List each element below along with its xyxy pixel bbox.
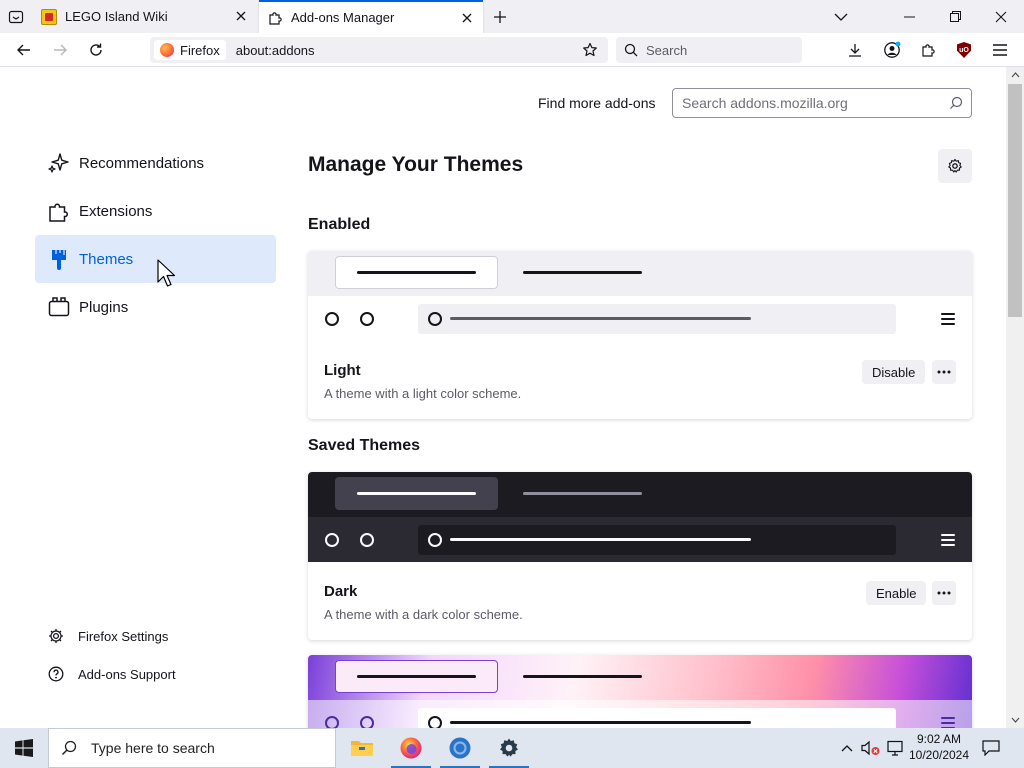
settings-gear-icon[interactable]: [485, 728, 533, 768]
back-button[interactable]: [11, 37, 37, 63]
close-window-button[interactable]: [978, 0, 1024, 33]
search-bar[interactable]: Search: [616, 37, 802, 63]
tray-chevron-up-icon[interactable]: [837, 738, 857, 758]
amo-search-placeholder: Search addons.mozilla.org: [682, 95, 848, 111]
clock-date: 10/20/2024: [908, 748, 970, 762]
brush-icon: [47, 247, 71, 271]
find-more-label: Find more add-ons: [538, 95, 656, 111]
category-themes[interactable]: Themes: [35, 235, 276, 283]
enable-button[interactable]: Enable: [866, 581, 927, 605]
enabled-section-heading: Enabled: [308, 216, 371, 233]
addons-support-link[interactable]: Add-ons Support: [47, 665, 176, 683]
file-explorer-icon[interactable]: [338, 728, 386, 768]
page-title: Manage Your Themes: [308, 153, 524, 176]
volume-muted-icon[interactable]: [861, 738, 881, 758]
minimize-button[interactable]: [886, 0, 932, 33]
theme-card-colorful[interactable]: [308, 655, 972, 728]
bookmark-star-icon[interactable]: [580, 40, 600, 60]
theme-name: Light: [324, 362, 361, 379]
taskbar-search-placeholder: Type here to search: [91, 740, 215, 756]
url-text[interactable]: about:addons: [236, 43, 315, 58]
ublock-origin-icon[interactable]: uO: [952, 38, 976, 62]
mouse-cursor-icon: [157, 259, 176, 287]
identity-label: Firefox: [180, 42, 220, 58]
link-label: Add-ons Support: [78, 666, 176, 682]
page-scrollbar[interactable]: [1006, 67, 1024, 728]
firefox-logo-icon: [160, 43, 174, 57]
category-label: Themes: [79, 250, 134, 268]
search-icon: [624, 43, 638, 57]
clock-time: 9:02 AM: [916, 732, 962, 746]
close-icon[interactable]: [233, 8, 249, 24]
more-options-icon[interactable]: [932, 360, 956, 384]
taskbar-search-box[interactable]: Type here to search: [48, 728, 336, 768]
theme-card-light[interactable]: Light A theme with a light color scheme.…: [308, 251, 972, 419]
addons-page: Find more add-ons Search addons.mozilla.…: [0, 67, 1006, 728]
restore-button[interactable]: [932, 0, 978, 33]
firefox-taskbar-icon[interactable]: [387, 728, 435, 768]
system-clock[interactable]: 9:02 AM 10/20/2024: [906, 731, 972, 763]
tab-list-icon[interactable]: [6, 7, 26, 27]
amo-search-input[interactable]: Search addons.mozilla.org: [672, 88, 972, 118]
tab-lego-island-wiki[interactable]: LEGO Island Wiki: [33, 0, 257, 33]
scrollbar-thumb[interactable]: [1008, 84, 1022, 317]
help-icon: [47, 665, 65, 683]
category-label: Recommendations: [79, 154, 205, 172]
theme-description: A theme with a dark color scheme.: [324, 607, 523, 622]
account-icon[interactable]: [880, 38, 904, 62]
menu-hamburger-icon[interactable]: [988, 38, 1012, 62]
category-label: Plugins: [79, 298, 129, 316]
url-bar[interactable]: Firefox about:addons: [150, 37, 608, 63]
page-options-gear-button[interactable]: [938, 149, 972, 183]
identity-box[interactable]: Firefox: [154, 40, 226, 60]
gear-icon: [47, 627, 65, 645]
chrome-icon[interactable]: [436, 728, 484, 768]
category-label: Extensions: [79, 202, 153, 220]
downloads-icon[interactable]: [843, 38, 867, 62]
search-placeholder: Search: [646, 42, 688, 58]
start-button[interactable]: [0, 728, 48, 768]
link-label: Firefox Settings: [78, 628, 169, 644]
lego-favicon-icon: [41, 8, 57, 25]
scroll-up-arrow-icon[interactable]: [1006, 67, 1024, 83]
search-icon: [941, 96, 971, 110]
more-options-icon[interactable]: [932, 581, 956, 605]
tab-title: LEGO Island Wiki: [65, 9, 168, 24]
theme-card-dark[interactable]: Dark A theme with a dark color scheme. E…: [308, 472, 972, 640]
scroll-down-arrow-icon[interactable]: [1006, 712, 1024, 728]
theme-preview-light: [308, 251, 972, 341]
puzzle-icon: [267, 10, 283, 26]
tab-title: Add-ons Manager: [291, 10, 395, 25]
search-icon: [61, 740, 77, 756]
category-extensions[interactable]: Extensions: [35, 187, 276, 235]
forward-button[interactable]: [47, 37, 73, 63]
reload-button[interactable]: [83, 37, 109, 63]
tab-strip: LEGO Island Wiki Add-ons Manager: [0, 0, 1024, 33]
theme-preview-colorful: [308, 655, 972, 728]
category-plugins[interactable]: Plugins: [35, 283, 276, 331]
tab-addons-manager[interactable]: Add-ons Manager: [259, 0, 483, 33]
extensions-puzzle-icon[interactable]: [916, 38, 940, 62]
theme-name: Dark: [324, 583, 358, 600]
list-all-tabs-button[interactable]: [818, 0, 864, 33]
firefox-settings-link[interactable]: Firefox Settings: [47, 627, 168, 645]
disable-button[interactable]: Disable: [862, 360, 926, 384]
plugin-icon: [47, 295, 71, 319]
puzzle-icon: [47, 199, 71, 223]
sparkle-icon: [47, 151, 71, 175]
notification-center-icon[interactable]: [980, 738, 1002, 758]
theme-description: A theme with a light color scheme.: [324, 386, 522, 401]
theme-preview-dark: [308, 472, 972, 562]
network-icon[interactable]: [885, 738, 905, 758]
saved-themes-section-heading: Saved Themes: [308, 437, 421, 454]
new-tab-button[interactable]: [490, 7, 510, 27]
category-recommendations[interactable]: Recommendations: [35, 139, 276, 187]
close-icon[interactable]: [459, 10, 475, 26]
windows-taskbar: Type here to search 9:02 AM 10/20/2024: [0, 728, 1024, 768]
nav-bar: Firefox about:addons Search uO: [0, 33, 1024, 67]
